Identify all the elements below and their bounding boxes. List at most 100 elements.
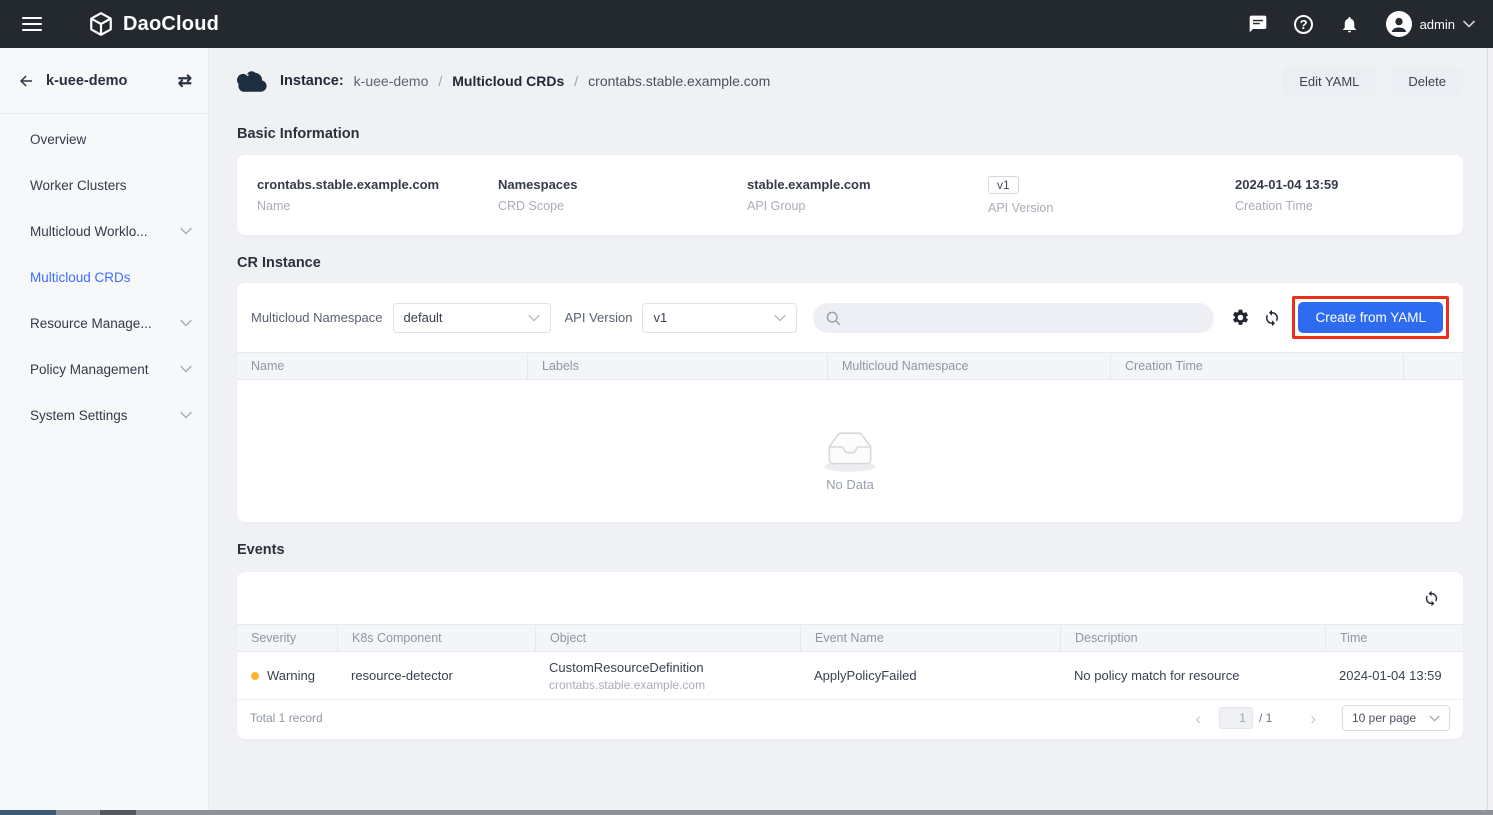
ev-col-time: Time	[1325, 625, 1463, 651]
events-toolbar	[237, 572, 1463, 624]
cr-col-creation-time: Creation Time	[1110, 353, 1403, 379]
basic-information-card: crontabs.stable.example.com Name Namespa…	[237, 155, 1463, 235]
chevron-down-icon	[774, 314, 786, 322]
events-table-header: Severity K8s Component Object Event Name…	[237, 624, 1463, 652]
horizontal-scrollbar-thumb[interactable]	[100, 810, 136, 815]
sidebar-item-worker-clusters[interactable]: Worker Clusters	[0, 162, 208, 208]
crd-name-label: Name	[257, 199, 498, 213]
creation-time-label: Creation Time	[1235, 199, 1455, 213]
breadcrumb-cluster-link[interactable]: k-uee-demo	[354, 73, 429, 89]
event-description: No policy match for resource	[1060, 668, 1325, 683]
user-name: admin	[1420, 17, 1455, 32]
notification-bell-icon[interactable]	[1340, 14, 1360, 34]
next-page-icon[interactable]: ›	[1306, 710, 1320, 727]
delete-button[interactable]: Delete	[1391, 67, 1463, 96]
crd-scope-label: CRD Scope	[498, 199, 747, 213]
gear-icon[interactable]	[1230, 308, 1250, 328]
sidebar-item-resource-management[interactable]: Resource Manage...	[0, 300, 208, 346]
back-arrow-icon[interactable]	[16, 71, 36, 91]
highlight-annotation-box: Create from YAML	[1292, 296, 1449, 339]
breadcrumb-separator: /	[438, 73, 442, 89]
main-content: Instance: k-uee-demo / Multicloud CRDs /…	[210, 48, 1487, 815]
hamburger-menu-icon[interactable]	[22, 17, 42, 31]
cr-col-namespace: Multicloud Namespace	[827, 353, 1110, 379]
chevron-down-icon	[528, 314, 540, 322]
cr-col-actions	[1403, 353, 1463, 379]
horizontal-scrollbar[interactable]	[0, 810, 1493, 815]
api-version-filter-label: API Version	[565, 310, 633, 325]
search-box[interactable]	[813, 303, 1214, 333]
chevron-down-icon	[1429, 715, 1440, 722]
cr-instance-title: CR Instance	[237, 255, 1463, 271]
namespace-filter-label: Multicloud Namespace	[251, 310, 383, 325]
event-object-kind: CustomResourceDefinition	[549, 660, 704, 675]
per-page-select[interactable]: 10 per page	[1342, 705, 1450, 731]
sidebar: k-uee-demo ⇄ Overview Worker Clusters Mu…	[0, 48, 209, 815]
cr-col-labels: Labels	[527, 353, 827, 379]
cr-instance-card: Multicloud Namespace default API Version…	[237, 283, 1463, 522]
create-from-yaml-button[interactable]: Create from YAML	[1298, 302, 1443, 333]
brand-logo: DaoCloud	[88, 11, 219, 37]
empty-text: No Data	[826, 477, 874, 492]
api-version-select[interactable]: v1	[642, 303, 797, 333]
sidebar-item-overview[interactable]: Overview	[0, 116, 208, 162]
event-table-row: Warning resource-detector CustomResource…	[237, 652, 1463, 700]
chevron-down-icon	[1463, 20, 1475, 28]
ev-col-component: K8s Component	[337, 625, 535, 651]
sidebar-item-policy-management[interactable]: Policy Management	[0, 346, 208, 392]
api-version-label: API Version	[988, 201, 1235, 215]
chevron-down-icon	[180, 411, 192, 419]
breadcrumb-row: Instance: k-uee-demo / Multicloud CRDs /…	[237, 64, 1463, 98]
page-number-input[interactable]	[1219, 707, 1253, 729]
cr-table-header: Name Labels Multicloud Namespace Creatio…	[237, 352, 1463, 380]
cr-filter-row: Multicloud Namespace default API Version…	[237, 283, 1463, 339]
event-name: ApplyPolicyFailed	[800, 668, 1060, 683]
events-card: Severity K8s Component Object Event Name…	[237, 572, 1463, 739]
chevron-down-icon	[180, 227, 192, 235]
avatar	[1386, 11, 1412, 37]
crd-name-value: crontabs.stable.example.com	[257, 177, 498, 192]
sidebar-item-multicloud-workloads[interactable]: Multicloud Worklo...	[0, 208, 208, 254]
namespace-select[interactable]: default	[393, 303, 551, 333]
empty-inbox-icon	[817, 421, 883, 473]
breadcrumb: Instance: k-uee-demo / Multicloud CRDs /…	[268, 73, 770, 89]
event-object-name: crontabs.stable.example.com	[549, 678, 705, 692]
api-version-badge: v1	[988, 176, 1019, 194]
user-menu[interactable]: admin	[1386, 11, 1475, 37]
sidebar-header: k-uee-demo ⇄	[0, 48, 208, 114]
ev-col-severity: Severity	[237, 625, 337, 651]
search-input[interactable]	[849, 310, 1202, 325]
prev-page-icon[interactable]: ‹	[1191, 710, 1205, 727]
edit-yaml-button[interactable]: Edit YAML	[1282, 67, 1376, 96]
empty-state: No Data	[237, 380, 1463, 532]
help-icon[interactable]: ?	[1294, 14, 1314, 34]
creation-time-value: 2024-01-04 13:59	[1235, 177, 1455, 192]
chat-icon[interactable]	[1248, 14, 1268, 34]
warning-dot-icon	[251, 672, 259, 680]
events-title: Events	[237, 542, 1463, 558]
event-component: resource-detector	[337, 668, 535, 683]
daocloud-logo-icon	[88, 11, 114, 37]
events-refresh-icon[interactable]	[1421, 588, 1441, 608]
horizontal-scrollbar-segment	[0, 810, 56, 815]
brand-name: DaoCloud	[123, 13, 219, 36]
breadcrumb-crds-link[interactable]: Multicloud CRDs	[452, 73, 564, 89]
app-header: DaoCloud ? admin	[0, 0, 1493, 48]
refresh-icon[interactable]	[1262, 308, 1282, 328]
event-severity: Warning	[267, 668, 315, 683]
ev-col-object: Object	[535, 625, 800, 651]
crd-scope-value: Namespaces	[498, 177, 747, 192]
chevron-down-icon	[180, 319, 192, 327]
api-group-label: API Group	[747, 199, 988, 213]
ev-col-description: Description	[1060, 625, 1325, 651]
sidebar-item-multicloud-crds[interactable]: Multicloud CRDs	[0, 254, 208, 300]
switch-cluster-icon[interactable]: ⇄	[178, 72, 192, 89]
api-group-value: stable.example.com	[747, 177, 988, 192]
right-scroll-gutter	[1487, 48, 1493, 815]
pagination-total: Total 1 record	[250, 711, 323, 725]
pagination: Total 1 record ‹ / 1 › 10 per page	[237, 700, 1463, 736]
ev-col-event-name: Event Name	[800, 625, 1060, 651]
breadcrumb-current: crontabs.stable.example.com	[588, 73, 770, 89]
sidebar-item-system-settings[interactable]: System Settings	[0, 392, 208, 438]
cloud-instance-icon	[237, 69, 268, 93]
